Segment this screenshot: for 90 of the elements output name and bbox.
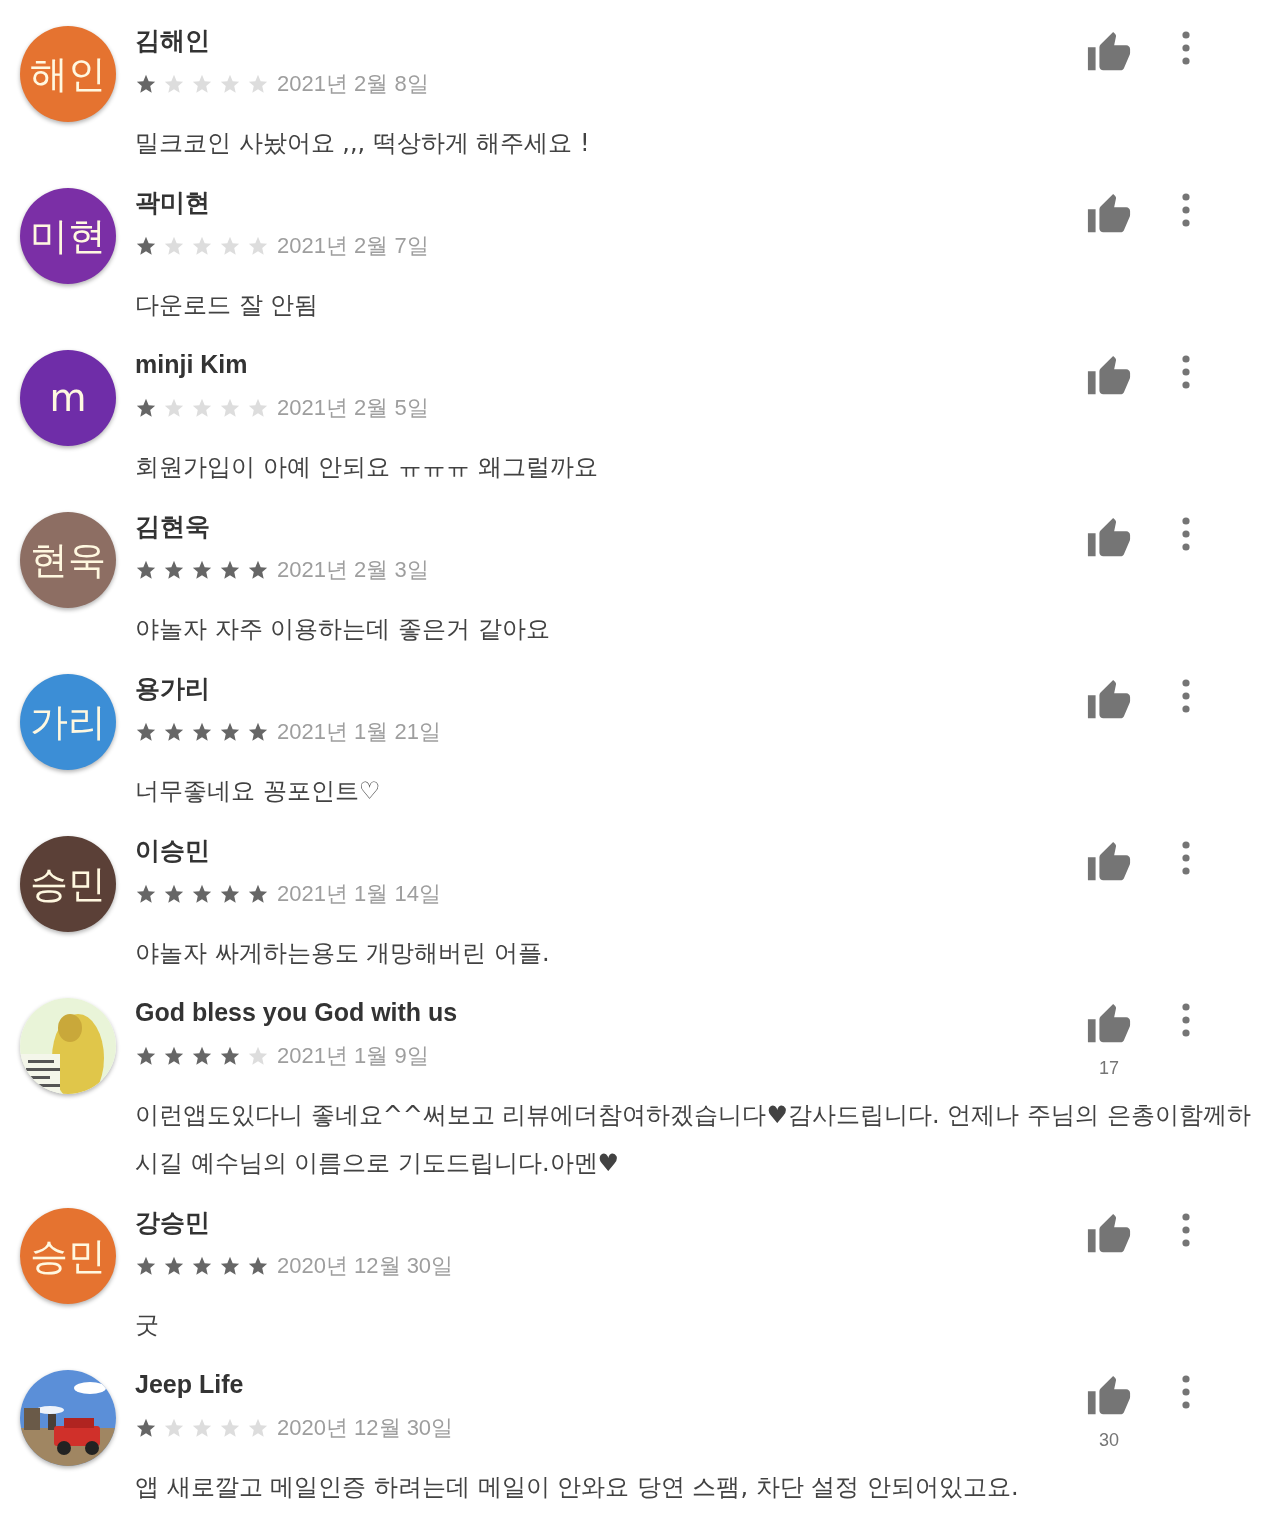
- review-date: 2021년 1월 14일: [277, 880, 441, 908]
- empty-star-icon: [219, 235, 241, 257]
- filled-star-icon: [219, 559, 241, 581]
- review-date: 2021년 1월 21일: [277, 718, 441, 746]
- more-menu-icon[interactable]: [1181, 1002, 1191, 1038]
- avatar: 가리: [20, 674, 116, 770]
- reviewer-name: God bless you God with us: [135, 997, 459, 1028]
- more-menu-icon[interactable]: [1181, 30, 1191, 66]
- avatar: 미현: [20, 188, 116, 284]
- empty-star-icon: [191, 235, 213, 257]
- reviewer-name: 강승민: [135, 1207, 211, 1238]
- review-date: 2021년 2월 7일: [277, 232, 429, 260]
- filled-star-icon: [135, 235, 157, 257]
- review-date: 2021년 2월 8일: [277, 70, 429, 98]
- more-menu-icon[interactable]: [1181, 516, 1191, 552]
- avatar: m: [20, 350, 116, 446]
- review-text: 이런앱도있다니 좋네요^^써보고 리뷰에더참여하겠습니다♥감사드립니다. 언제나 주님의 은총이함께하시길 예수님의 이름으로 기도드립니다.아멘♥: [135, 1100, 1252, 1179]
- review-text: 회원가입이 아예 안되요 ㅠㅠㅠ 왜그럴까요: [135, 452, 599, 483]
- empty-star-icon: [219, 397, 241, 419]
- filled-star-icon: [163, 1045, 185, 1067]
- reviewer-name: Jeep Life: [135, 1369, 245, 1400]
- review-text: 야놀자 자주 이용하는데 좋은거 같아요: [135, 614, 551, 645]
- filled-star-icon: [191, 1045, 213, 1067]
- filled-star-icon: [247, 883, 269, 905]
- review-date: 2021년 2월 3일: [277, 556, 429, 584]
- filled-star-icon: [247, 559, 269, 581]
- filled-star-icon: [219, 1255, 241, 1277]
- like-count: 17: [1098, 1057, 1120, 1079]
- more-menu-icon[interactable]: [1181, 1212, 1191, 1248]
- empty-star-icon: [247, 1045, 269, 1067]
- reviewer-name: minji Kim: [135, 349, 249, 380]
- review-text: 밀크코인 사놨어요 ,,, 떡상하게 해주세요 !: [135, 128, 591, 159]
- filled-star-icon: [163, 1255, 185, 1277]
- avatar: 승민: [20, 836, 116, 932]
- filled-star-icon: [163, 883, 185, 905]
- reviewer-name: 김해인: [135, 25, 211, 56]
- filled-star-icon: [135, 721, 157, 743]
- review-text: 너무좋네요 꽁포인트♡: [135, 776, 382, 807]
- empty-star-icon: [163, 397, 185, 419]
- reviewer-name: 용가리: [135, 673, 211, 704]
- empty-star-icon: [247, 1417, 269, 1439]
- more-menu-icon[interactable]: [1181, 840, 1191, 876]
- more-menu-icon[interactable]: [1181, 354, 1191, 390]
- more-menu-icon[interactable]: [1181, 1374, 1191, 1410]
- filled-star-icon: [247, 721, 269, 743]
- empty-star-icon: [191, 73, 213, 95]
- filled-star-icon: [135, 1417, 157, 1439]
- avatar: 현욱: [20, 512, 116, 608]
- review-date: 2020년 12월 30일: [277, 1414, 454, 1442]
- empty-star-icon: [247, 235, 269, 257]
- filled-star-icon: [219, 721, 241, 743]
- review-text: 다운로드 잘 안됨: [135, 290, 320, 321]
- filled-star-icon: [135, 883, 157, 905]
- filled-star-icon: [219, 1045, 241, 1067]
- empty-star-icon: [163, 1417, 185, 1439]
- filled-star-icon: [135, 1045, 157, 1067]
- filled-star-icon: [247, 1255, 269, 1277]
- review-date: 2021년 2월 5일: [277, 394, 429, 422]
- reviewer-name: 김현욱: [135, 511, 211, 542]
- avatar: 해인: [20, 26, 116, 122]
- empty-star-icon: [163, 235, 185, 257]
- review-text: 야놀자 싸게하는용도 개망해버린 어플.: [135, 938, 551, 969]
- more-menu-icon[interactable]: [1181, 678, 1191, 714]
- filled-star-icon: [163, 721, 185, 743]
- filled-star-icon: [191, 1255, 213, 1277]
- empty-star-icon: [247, 397, 269, 419]
- filled-star-icon: [135, 559, 157, 581]
- review-date: 2020년 12월 30일: [277, 1252, 454, 1280]
- more-menu-icon[interactable]: [1181, 192, 1191, 228]
- empty-star-icon: [163, 73, 185, 95]
- empty-star-icon: [191, 1417, 213, 1439]
- avatar: 승민: [20, 1208, 116, 1304]
- reviewer-name: 이승민: [135, 835, 211, 866]
- review-date: 2021년 1월 9일: [277, 1042, 429, 1070]
- like-count: 30: [1098, 1429, 1120, 1451]
- empty-star-icon: [247, 73, 269, 95]
- filled-star-icon: [135, 397, 157, 419]
- filled-star-icon: [135, 73, 157, 95]
- filled-star-icon: [191, 559, 213, 581]
- empty-star-icon: [191, 397, 213, 419]
- filled-star-icon: [191, 883, 213, 905]
- empty-star-icon: [219, 73, 241, 95]
- review-text: 앱 새로깔고 메일인증 하려는데 메일이 안와요 당연 스팸, 차단 설정 안되어있고요.: [135, 1472, 1020, 1503]
- filled-star-icon: [191, 721, 213, 743]
- filled-star-icon: [135, 1255, 157, 1277]
- filled-star-icon: [219, 883, 241, 905]
- review-text: 굿: [135, 1310, 160, 1341]
- filled-star-icon: [163, 559, 185, 581]
- empty-star-icon: [219, 1417, 241, 1439]
- reviewer-name: 곽미현: [135, 187, 211, 218]
